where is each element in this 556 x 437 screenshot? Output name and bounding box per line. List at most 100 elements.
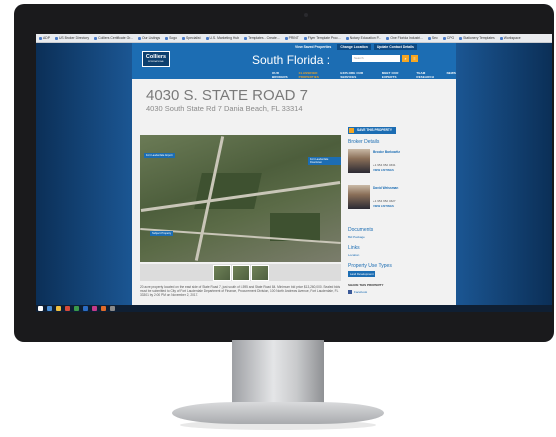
- bookmark-icon: [442, 36, 446, 40]
- bookmark-icon: [138, 36, 141, 40]
- bookmark-icon: [182, 36, 186, 40]
- use-types-heading: Property Use Types: [348, 263, 392, 269]
- saved-properties-link[interactable]: View Saved Properties: [292, 44, 334, 50]
- broker-name[interactable]: David Weissman: [373, 186, 413, 191]
- bookmark-icon: [39, 36, 42, 40]
- app-icon[interactable]: [74, 306, 79, 311]
- nav-our-brokers[interactable]: OUR BROKERS: [272, 71, 294, 79]
- bookmark-item[interactable]: PRINT: [284, 36, 299, 40]
- bookmark-item[interactable]: Templates - Create...: [244, 36, 280, 40]
- map-pin-label: Fort Lauderdale Airport: [144, 153, 175, 158]
- property-description: 20 acre property located on the east sid…: [140, 285, 341, 297]
- bookmark-label: PRINT: [288, 36, 299, 40]
- nav-classified-properties[interactable]: CLASSIFIED PROPERTIES: [299, 71, 336, 79]
- update-contact-link[interactable]: Update Contact Details: [373, 44, 417, 50]
- facebook-share-link[interactable]: Facebook: [354, 290, 367, 294]
- bookmark-label: Flyer Template Proc...: [307, 36, 341, 40]
- search-icon: ⌕: [404, 56, 407, 61]
- bookmarks-bar: ADP US Broker Directory Colliers Certifica…: [36, 34, 552, 43]
- facebook-icon[interactable]: [348, 290, 352, 294]
- bookmark-item[interactable]: Stationery Templates: [459, 36, 495, 40]
- app-icon[interactable]: [92, 306, 97, 311]
- nav-research[interactable]: TEAM RESEARCH: [416, 71, 441, 79]
- bookmark-item[interactable]: U.S. Marketing Hub: [205, 36, 240, 40]
- bookmark-item[interactable]: Our Listings: [138, 36, 160, 40]
- bookmark-label: ADP: [43, 36, 50, 40]
- bookmark-item[interactable]: Flyer Template Proc...: [303, 36, 341, 40]
- bookmark-label: Sec: [431, 36, 438, 40]
- save-label: SAVE THIS PROPERTY: [357, 128, 393, 132]
- bookmark-label: Workspace: [503, 36, 521, 40]
- search-button[interactable]: ⌕: [402, 55, 409, 62]
- logo-subtext: INTERNATIONAL: [148, 61, 164, 63]
- app-icon[interactable]: [65, 306, 70, 311]
- broker-listings-link[interactable]: VIEW LISTINGS: [373, 204, 394, 208]
- bookmark-icon: [284, 36, 288, 40]
- bookmark-item[interactable]: ADP: [39, 36, 50, 40]
- top-links: View Saved Properties Change Location Up…: [292, 44, 417, 50]
- property-address: 4030 South State Rd 7 Dania Beach, FL 33…: [146, 104, 303, 113]
- nav-news[interactable]: NEWS: [447, 71, 456, 79]
- location-link[interactable]: Location: [348, 253, 359, 257]
- menu-button[interactable]: ≡: [411, 55, 418, 62]
- logo-text: Colliers: [145, 54, 167, 60]
- save-property-button[interactable]: SAVE THIS PROPERTY: [348, 127, 397, 134]
- bookmark-label: U.S. Marketing Hub: [209, 36, 240, 40]
- broker-phone: +1 954 652 4627: [373, 199, 396, 203]
- bookmark-label: Sogo: [169, 36, 178, 40]
- bookmark-icon: [205, 36, 209, 40]
- thumbnail[interactable]: [231, 264, 250, 281]
- broker-details-heading: Broker Details: [348, 139, 380, 145]
- folder-icon[interactable]: [56, 306, 61, 311]
- thumbnail[interactable]: [250, 264, 269, 281]
- bookmark-item[interactable]: Notary Education P...: [345, 36, 382, 40]
- colliers-logo[interactable]: Colliers INTERNATIONAL: [142, 51, 170, 67]
- search-input[interactable]: Search: [352, 55, 400, 62]
- bookmark-icon: [386, 36, 390, 40]
- bookmark-label: One Florida Industri...: [390, 36, 423, 40]
- camera-dot: [304, 13, 308, 17]
- bookmark-item[interactable]: CPG: [442, 36, 454, 40]
- nav-services[interactable]: EXPLORE OUR SERVICES: [340, 71, 376, 79]
- broker-name[interactable]: Brooke Barkowitz: [373, 150, 413, 155]
- bookmark-item[interactable]: One Florida Industri...: [386, 36, 423, 40]
- nav-experts[interactable]: MEET OUR EXPERTS: [382, 71, 412, 79]
- app-icon[interactable]: [110, 306, 115, 311]
- share-heading: SHARE THIS PROPERTY: [348, 283, 384, 287]
- bookmark-item[interactable]: Sec: [427, 36, 438, 40]
- change-location-link[interactable]: Change Location: [337, 44, 371, 50]
- bookmark-item[interactable]: Colliers Certificate Gr...: [94, 36, 133, 40]
- bookmark-icon: [345, 36, 349, 40]
- bookmark-icon: [94, 36, 98, 40]
- region-title: South Florida :: [252, 53, 331, 67]
- bookmark-icon: [303, 36, 307, 40]
- use-type-tag[interactable]: Land Development: [348, 271, 376, 277]
- broker-listings-link[interactable]: VIEW LISTINGS: [373, 168, 394, 172]
- thumbnail[interactable]: [212, 264, 231, 281]
- bookmark-icon: [244, 36, 248, 40]
- property-aerial-photo[interactable]: Fort Lauderdale Airport Fort Lauderdale …: [140, 135, 341, 262]
- document-link[interactable]: Bid Package: [348, 235, 365, 239]
- site-header: View Saved Properties Change Location Up…: [132, 43, 456, 79]
- bookmark-label: Stationery Templates: [463, 36, 495, 40]
- app-icon[interactable]: [101, 306, 106, 311]
- map-pin-label: Subject Property: [150, 231, 174, 236]
- bookmark-icon: [427, 36, 431, 40]
- app-icon[interactable]: [83, 306, 88, 311]
- bookmark-icon: [54, 36, 58, 40]
- bookmark-item[interactable]: Sogo: [165, 36, 177, 40]
- app-icon[interactable]: [47, 306, 52, 311]
- menu-icon: ≡: [413, 56, 416, 61]
- bookmark-item[interactable]: US Broker Directory: [54, 36, 89, 40]
- web-page: View Saved Properties Change Location Up…: [132, 43, 456, 305]
- land-parcel: [194, 173, 262, 209]
- bookmark-label: Templates - Create...: [248, 36, 280, 40]
- bookmark-item[interactable]: Specialist: [182, 36, 201, 40]
- background-right: [456, 43, 552, 312]
- start-icon[interactable]: [38, 306, 43, 311]
- broker-avatar: [348, 185, 370, 209]
- bookmark-item[interactable]: Workspace: [499, 36, 521, 40]
- star-icon: [349, 128, 354, 133]
- bookmark-label: Notary Education P...: [349, 36, 382, 40]
- background-left: [36, 43, 132, 312]
